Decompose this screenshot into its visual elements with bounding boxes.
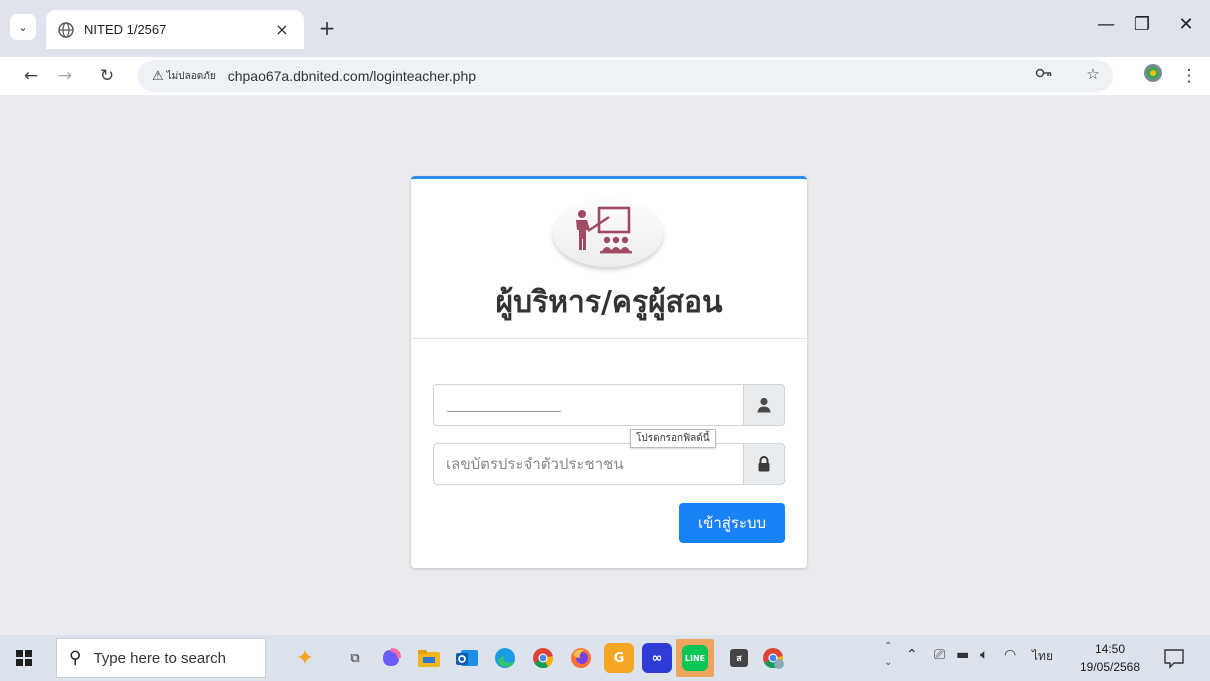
login-card: ผู้บริหาร/ครูผู้สอน โปรดกรอกฟิลด์นี้ เข้… [411, 176, 807, 568]
login-title: ผู้บริหาร/ครูผู้สอน [495, 285, 723, 320]
autofill-underline [447, 411, 561, 412]
login-button[interactable]: เข้าสู่ระบบ [679, 503, 785, 543]
line-icon: LINE [682, 645, 708, 671]
url-text[interactable]: chpao67a.dbnited.com/loginteacher.php [228, 68, 476, 84]
search-placeholder: Type here to search [93, 649, 227, 667]
edge-icon[interactable] [490, 643, 520, 673]
outlook-icon[interactable] [452, 643, 482, 673]
card-divider [411, 338, 807, 339]
address-bar[interactable]: ⚠ ไม่ปลอดภัย chpao67a.dbnited.com/logint… [138, 60, 1113, 92]
bookmark-star-icon[interactable]: ☆ [1082, 65, 1104, 83]
chrome-icon[interactable] [528, 643, 558, 673]
minimize-icon[interactable]: — [1090, 14, 1122, 35]
clock-date: 19/05/2568 [1079, 660, 1141, 674]
security-indicator[interactable]: ⚠ ไม่ปลอดภัย [144, 64, 224, 88]
show-hidden-icons[interactable]: ⌃ [906, 647, 918, 663]
file-explorer-icon[interactable] [414, 643, 444, 673]
active-tab[interactable]: NITED 1/2567 × [46, 10, 304, 49]
overflow-scroll-icon[interactable]: ⌃ ⌄ [884, 639, 892, 671]
battery-icon[interactable]: ▬ [956, 647, 969, 663]
copilot-icon[interactable] [376, 643, 406, 673]
meet-now-icon[interactable]: ⎚ [934, 647, 945, 663]
username-input[interactable] [433, 384, 743, 426]
canva-icon[interactable]: ∞ [642, 643, 672, 673]
sparkle-widget-icon[interactable]: ✦ [290, 643, 320, 673]
taskbar-search-box[interactable]: ⚲ Type here to search [56, 638, 266, 678]
windows-taskbar: ⚲ Type here to search ✦ ⧉ G ∞ LINE ส ⌃ ⌄ … [0, 635, 1210, 681]
restore-icon[interactable]: ❐ [1126, 14, 1158, 35]
browser-toolbar: ← → ↻ ⚠ ไม่ปลอดภัย chpao67a.dbnited.com/… [0, 57, 1210, 95]
search-icon: ⚲ [69, 648, 82, 668]
gdrive-app-icon[interactable]: G [604, 643, 634, 673]
tab-title: NITED 1/2567 [84, 22, 167, 37]
validation-tooltip: โปรดกรอกฟิลด์นี้ [630, 429, 716, 448]
password-key-icon[interactable] [1033, 65, 1055, 83]
warning-icon: ⚠ [152, 68, 164, 84]
clock-time: 14:50 [1094, 642, 1126, 656]
task-view-icon[interactable]: ⧉ [340, 643, 370, 673]
password-group [433, 443, 785, 485]
security-label: ไม่ปลอดภัย [166, 70, 216, 82]
page-background: ผู้บริหาร/ครูผู้สอน โปรดกรอกฟิลด์นี้ เข้… [0, 95, 1210, 635]
system-clock[interactable]: 14:50 19/05/2568 [1072, 640, 1148, 676]
teacher-classroom-logo [553, 199, 663, 267]
lock-icon [743, 443, 785, 485]
chrome-profile-icon[interactable] [758, 643, 788, 673]
user-icon [743, 384, 785, 426]
globe-icon [58, 21, 74, 38]
profile-avatar-icon[interactable] [1141, 63, 1165, 87]
tab-close-icon[interactable]: × [272, 20, 292, 39]
username-group [433, 384, 785, 426]
back-icon[interactable]: ← [18, 63, 44, 89]
reload-icon[interactable]: ↻ [94, 63, 120, 89]
terminal-icon[interactable]: ส [724, 643, 754, 673]
wifi-icon[interactable]: ◠ [1004, 647, 1016, 663]
browser-tab-bar: ⌄ NITED 1/2567 × + — ❐ ✕ [0, 0, 1210, 57]
language-indicator[interactable]: ไทย [1032, 647, 1053, 666]
notification-icon[interactable] [1163, 647, 1185, 669]
volume-icon[interactable]: 🔈︎ [980, 647, 988, 663]
new-tab-button[interactable]: + [315, 16, 339, 40]
windows-start-icon[interactable] [12, 646, 36, 670]
tab-search-button[interactable]: ⌄ [10, 14, 36, 40]
password-input[interactable] [433, 443, 743, 485]
browser-menu-icon[interactable]: ⋮ [1176, 63, 1202, 89]
close-window-icon[interactable]: ✕ [1170, 14, 1202, 35]
forward-icon[interactable]: → [52, 63, 78, 89]
line-app-highlight[interactable]: LINE [676, 639, 714, 677]
firefox-icon[interactable] [566, 643, 596, 673]
